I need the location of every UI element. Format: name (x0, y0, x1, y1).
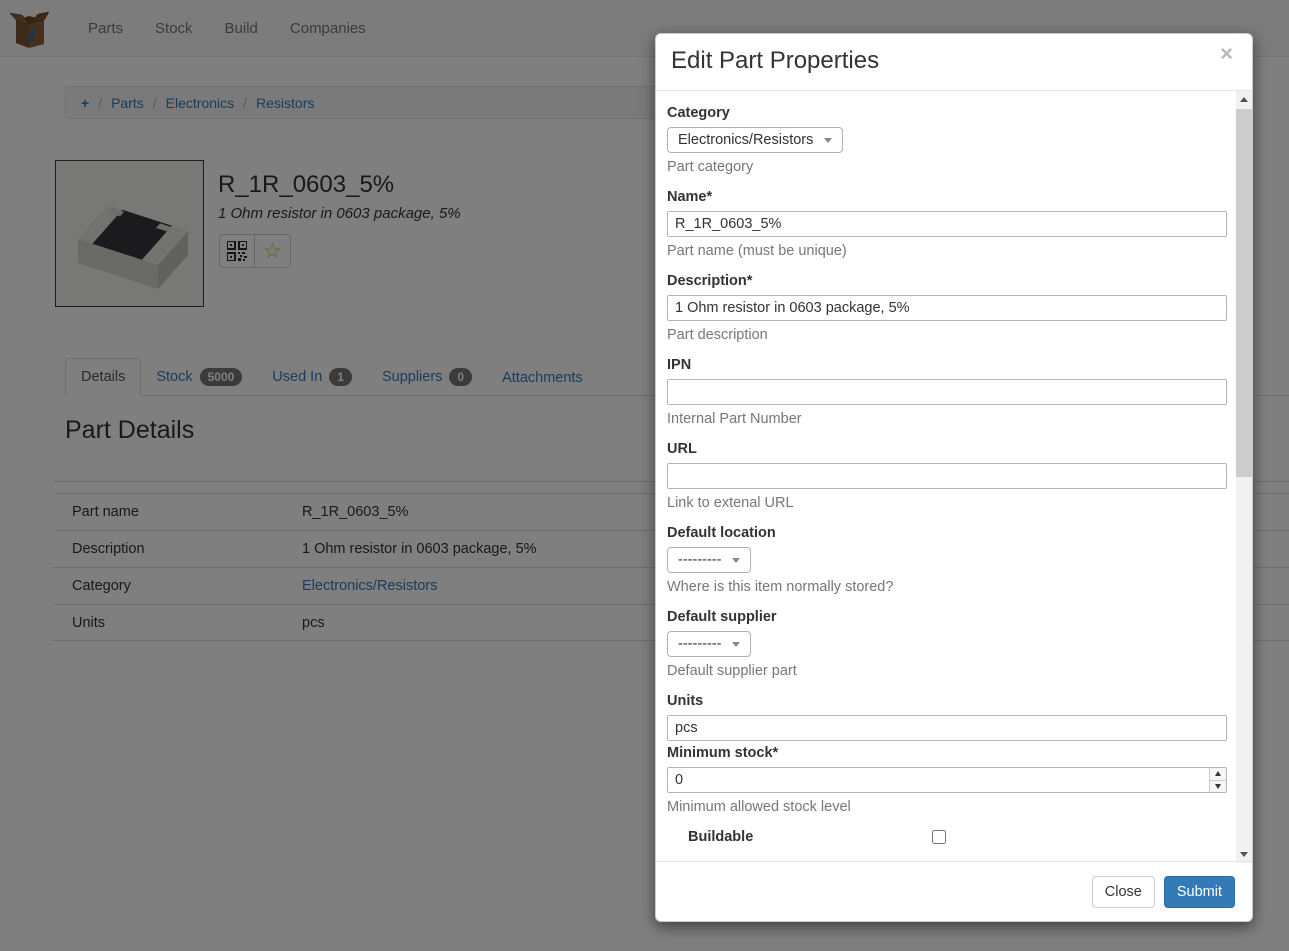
buildable-checkbox[interactable] (932, 830, 946, 844)
default-location-select[interactable]: --------- (667, 547, 751, 573)
field-ipn: IPN Internal Part Number (667, 357, 1227, 427)
chevron-down-icon (824, 138, 832, 143)
field-label: Minimum stock* (667, 745, 1227, 761)
number-spinner (1209, 768, 1226, 792)
close-icon[interactable]: × (1214, 42, 1239, 66)
field-description: Description* Part description (667, 273, 1227, 343)
field-help: Internal Part Number (667, 411, 1227, 427)
scrollbar-thumb[interactable] (1236, 109, 1252, 477)
field-help: Minimum allowed stock level (667, 799, 1227, 815)
field-label: Default location (667, 525, 1227, 541)
field-help: Default supplier part (667, 663, 1227, 679)
selected-value: Electronics/Resistors (678, 132, 813, 148)
ipn-input[interactable] (667, 379, 1227, 405)
modal-title: Edit Part Properties (671, 47, 1237, 75)
field-label: Default supplier (667, 609, 1227, 625)
modal-footer: Close Submit (656, 861, 1252, 921)
field-label: Category (667, 105, 1227, 121)
scrollbar-up-button[interactable] (1236, 91, 1252, 108)
description-input[interactable] (667, 295, 1227, 321)
modal-scrollbar[interactable] (1236, 91, 1252, 863)
selected-value: --------- (678, 636, 721, 652)
screen: i Parts Stock Build Companies + / Parts … (0, 0, 1289, 951)
selected-value: --------- (678, 552, 721, 568)
field-label: Buildable (688, 829, 932, 845)
modal-header: Edit Part Properties × (656, 34, 1252, 91)
field-name: Name* Part name (must be unique) (667, 189, 1227, 259)
field-buildable: Buildable (688, 829, 1227, 845)
minimum-stock-input[interactable] (667, 767, 1227, 793)
chevron-up-icon (1240, 97, 1248, 102)
field-help: Link to extenal URL (667, 495, 1227, 511)
chevron-down-icon (1240, 852, 1248, 857)
field-label: URL (667, 441, 1227, 457)
units-input[interactable] (667, 715, 1227, 741)
field-help: Where is this item normally stored? (667, 579, 1227, 595)
field-label: Units (667, 693, 1227, 709)
category-select[interactable]: Electronics/Resistors (667, 127, 843, 153)
field-label: Description* (667, 273, 1227, 289)
arrow-up-icon (1215, 771, 1221, 776)
url-input[interactable] (667, 463, 1227, 489)
spinner-up-button[interactable] (1210, 768, 1226, 781)
name-input[interactable] (667, 211, 1227, 237)
field-help: Part description (667, 327, 1227, 343)
field-default-supplier: Default supplier --------- Default suppl… (667, 609, 1227, 679)
field-help: Part name (must be unique) (667, 243, 1227, 259)
modal-body: Category Electronics/Resistors Part cate… (656, 91, 1237, 863)
close-button[interactable]: Close (1092, 876, 1155, 908)
edit-part-modal: Edit Part Properties × Category Electron… (655, 33, 1253, 922)
chevron-down-icon (732, 558, 740, 563)
spinner-down-button[interactable] (1210, 781, 1226, 793)
field-label: Name* (667, 189, 1227, 205)
field-url: URL Link to extenal URL (667, 441, 1227, 511)
field-units: Units (667, 693, 1227, 741)
default-supplier-select[interactable]: --------- (667, 631, 751, 657)
submit-button[interactable]: Submit (1164, 876, 1235, 908)
chevron-down-icon (732, 642, 740, 647)
field-minimum-stock: Minimum stock* Minimum allowed stock lev… (667, 745, 1227, 815)
field-category: Category Electronics/Resistors Part cate… (667, 105, 1227, 175)
field-label: IPN (667, 357, 1227, 373)
field-help: Part category (667, 159, 1227, 175)
field-default-location: Default location --------- Where is this… (667, 525, 1227, 595)
arrow-down-icon (1215, 784, 1221, 789)
